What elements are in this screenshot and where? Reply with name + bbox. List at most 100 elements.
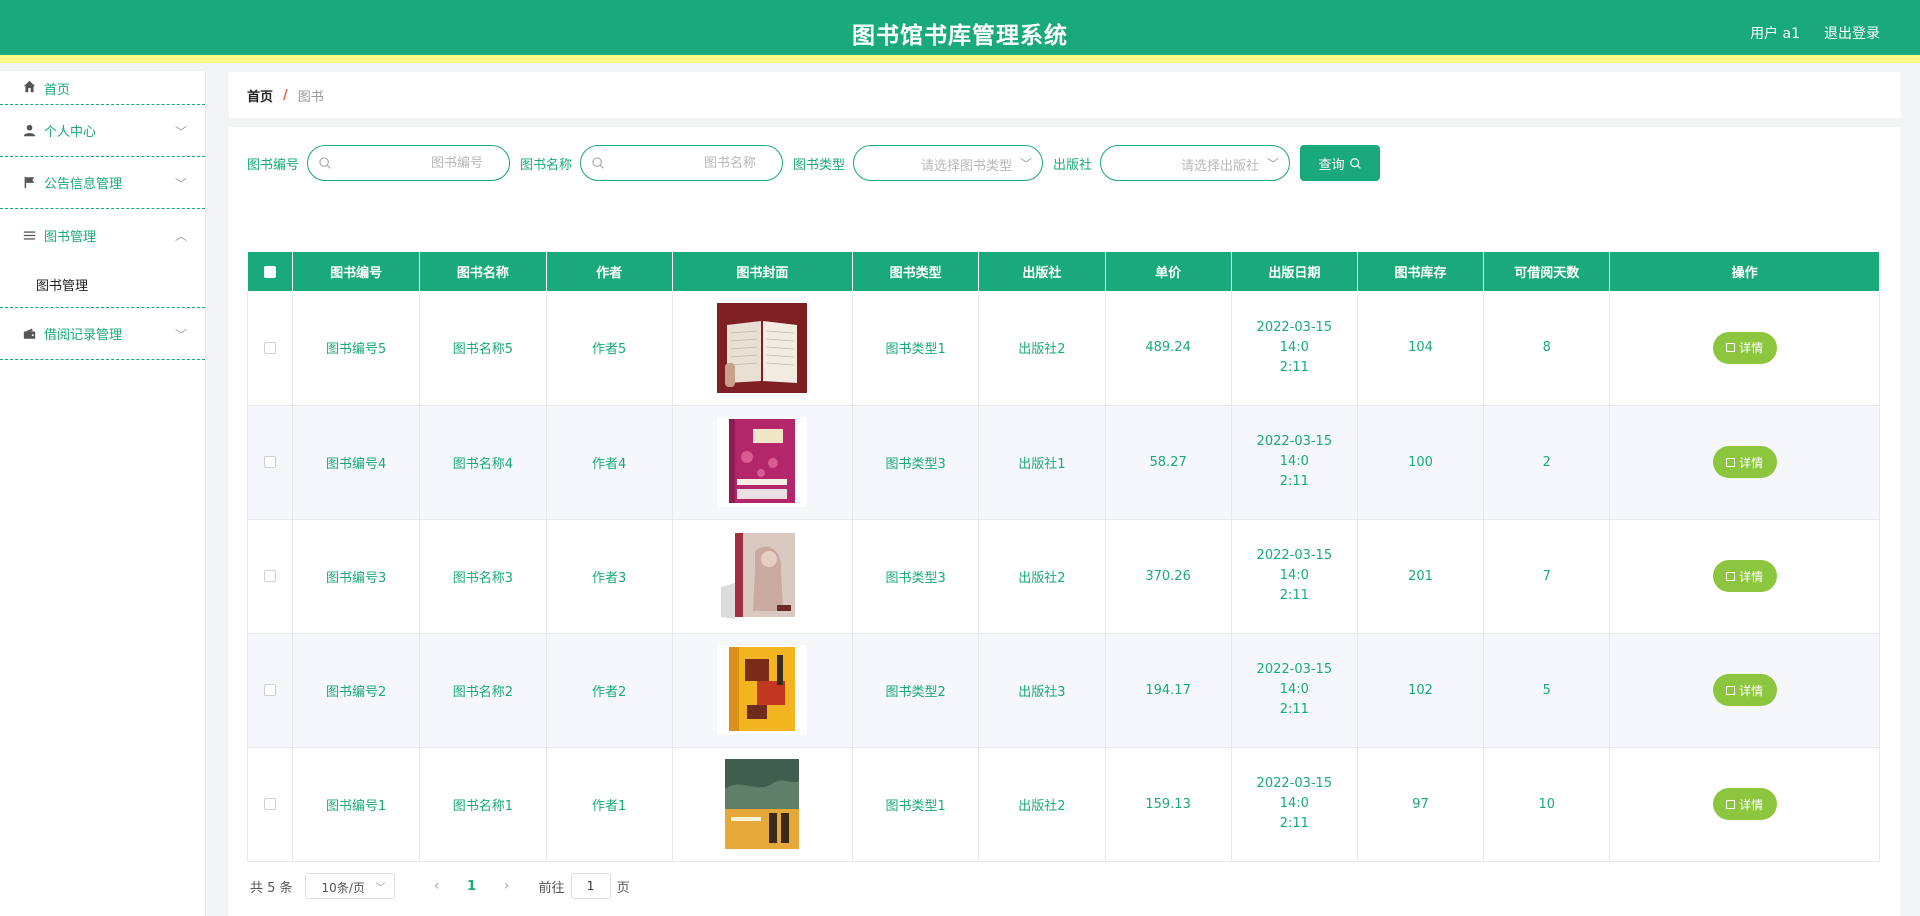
sidebar-item-personal-center[interactable]: 个人中心 ﹀ (0, 105, 205, 157)
book-no-cell: 图书编号3 (292, 519, 421, 634)
book-cover-image (717, 645, 808, 735)
book-no-label: 图书编号 (247, 157, 300, 173)
table-row: 图书编号4 图书名称4 作者4 图书类型3 出版社1 58.27 2022-03… (246, 405, 1880, 520)
breadcrumb-home[interactable]: 首页 (247, 86, 273, 105)
chevron-down-icon: ﹀ (174, 124, 187, 139)
table-row: 图书编号1 图书名称1 作者1 图书类型1 出版社2 159.13 2022-0… (246, 747, 1880, 862)
chevron-down-icon: ﹀ (375, 883, 386, 894)
book-name-input[interactable] (611, 146, 777, 180)
detail-button[interactable]: 详情 (1712, 674, 1777, 706)
price-cell: 489.24 (1105, 291, 1232, 406)
borrow-days-cell: 5 (1483, 633, 1611, 748)
row-checkbox[interactable] (264, 684, 277, 696)
sidebar: 首页 个人中心 ﹀ 公告信息管理 ﹀ 图书管理 ︿ 图书管理 借阅记录管理 ﹀ (0, 71, 206, 916)
document-icon (1726, 343, 1736, 353)
row-checkbox[interactable] (264, 456, 277, 468)
document-icon (1726, 799, 1736, 809)
publisher-placeholder: 请选择出版社 (1181, 159, 1260, 174)
goto-page-input[interactable] (570, 873, 611, 899)
select-all-cell (247, 252, 294, 291)
stock-cell: 104 (1357, 291, 1485, 406)
breadcrumb-current: 图书 (297, 89, 324, 105)
publish-date-cell: 2022-03-15 14:0 2:11 (1231, 519, 1358, 634)
price-cell: 194.17 (1105, 633, 1232, 748)
sidebar-item-book-management[interactable]: 图书管理 ︿ (0, 209, 205, 261)
sidebar-item-borrow-records[interactable]: 借阅记录管理 ﹀ (0, 308, 205, 360)
detail-button[interactable]: 详情 (1712, 446, 1777, 478)
stock-cell: 102 (1357, 633, 1485, 748)
search-icon (592, 157, 604, 169)
book-cover-image (717, 417, 808, 507)
sidebar-item-label: 个人中心 (44, 125, 97, 140)
book-type-cell: 图书类型1 (852, 291, 980, 406)
author-cell: 作者2 (546, 633, 673, 748)
sidebar-item-notice-management[interactable]: 公告信息管理 ﹀ (0, 157, 205, 209)
query-button-label: 查询 (1318, 157, 1345, 173)
detail-button[interactable]: 详情 (1712, 560, 1777, 592)
column-header: 操作 (1609, 252, 1880, 291)
book-type-select[interactable]: 请选择图书类型 ﹀ (853, 145, 1044, 181)
publisher-cell: 出版社2 (978, 747, 1106, 862)
row-checkbox[interactable] (264, 341, 277, 354)
sidebar-item-label: 首页 (44, 83, 71, 98)
detail-button[interactable]: 详情 (1712, 788, 1777, 820)
row-checkbox[interactable] (264, 570, 277, 582)
sidebar-item-label: 公告信息管理 (44, 177, 123, 192)
price-cell: 370.26 (1105, 519, 1232, 634)
column-header: 图书编号 (292, 252, 421, 291)
table-row: 图书编号2 图书名称2 作者2 图书类型2 出版社3 194.17 2022-0… (246, 633, 1880, 748)
book-type-placeholder: 请选择图书类型 (921, 159, 1013, 174)
row-checkbox[interactable] (264, 798, 277, 810)
current-user: 用户 a1 (1750, 26, 1800, 42)
query-button[interactable]: 查询 (1300, 145, 1381, 181)
book-name-field (580, 145, 784, 181)
sidebar-subitem-book-management[interactable]: 图书管理 (0, 261, 205, 308)
column-header: 图书类型 (852, 252, 980, 291)
publisher-select[interactable]: 请选择出版社 ﹀ (1100, 145, 1291, 181)
column-header: 图书名称 (419, 252, 547, 291)
publish-date-cell: 2022-03-15 14:0 2:11 (1231, 291, 1358, 406)
goto-unit: 页 (616, 880, 630, 896)
column-header: 单价 (1105, 252, 1232, 291)
pagination: 共 5 条 10条/页 ﹀ ‹ 1 › 前往 页 (250, 872, 630, 900)
price-cell: 58.27 (1105, 405, 1232, 520)
next-page-button[interactable]: › (497, 878, 517, 894)
prev-page-button[interactable]: ‹ (427, 878, 447, 894)
book-no-cell: 图书编号2 (292, 633, 421, 748)
flag-icon (22, 176, 36, 190)
book-no-cell: 图书编号1 (292, 747, 421, 862)
book-no-cell: 图书编号5 (292, 291, 421, 406)
document-icon (1726, 457, 1736, 467)
column-header: 图书封面 (672, 252, 854, 291)
book-name-cell: 图书名称1 (419, 747, 547, 862)
sidebar-item-home[interactable]: 首页 (0, 71, 205, 105)
author-cell: 作者4 (546, 405, 673, 520)
page-size-value: 10条/页 (321, 881, 365, 895)
borrow-days-cell: 7 (1483, 519, 1611, 634)
book-type-label: 图书类型 (793, 157, 846, 173)
book-no-input[interactable] (338, 146, 504, 180)
detail-button[interactable]: 详情 (1712, 331, 1777, 364)
book-cover-image (717, 531, 808, 621)
select-all-checkbox[interactable] (263, 265, 276, 278)
book-name-label: 图书名称 (520, 157, 573, 173)
publish-date-cell: 2022-03-15 14:0 2:11 (1231, 633, 1358, 748)
page-number[interactable]: 1 (461, 879, 483, 894)
author-cell: 作者5 (546, 291, 673, 406)
stock-cell: 97 (1357, 747, 1485, 862)
sidebar-item-label: 图书管理 (44, 229, 97, 245)
column-header: 可借阅天数 (1483, 252, 1611, 291)
column-header: 作者 (546, 252, 673, 291)
book-name-cell: 图书名称4 (419, 405, 547, 520)
book-type-cell: 图书类型2 (852, 633, 980, 748)
borrow-days-cell: 8 (1483, 291, 1611, 406)
goto-label: 前往 (538, 880, 565, 896)
borrow-days-cell: 2 (1483, 405, 1611, 520)
logout-link[interactable]: 退出登录 (1824, 23, 1880, 43)
chevron-up-icon: ︿ (174, 229, 187, 243)
author-cell: 作者1 (546, 747, 673, 862)
page-size-select[interactable]: 10条/页 ﹀ (304, 873, 395, 899)
publisher-label: 出版社 (1053, 157, 1093, 173)
total-count: 共 5 条 (250, 880, 293, 896)
list-icon (22, 228, 36, 242)
